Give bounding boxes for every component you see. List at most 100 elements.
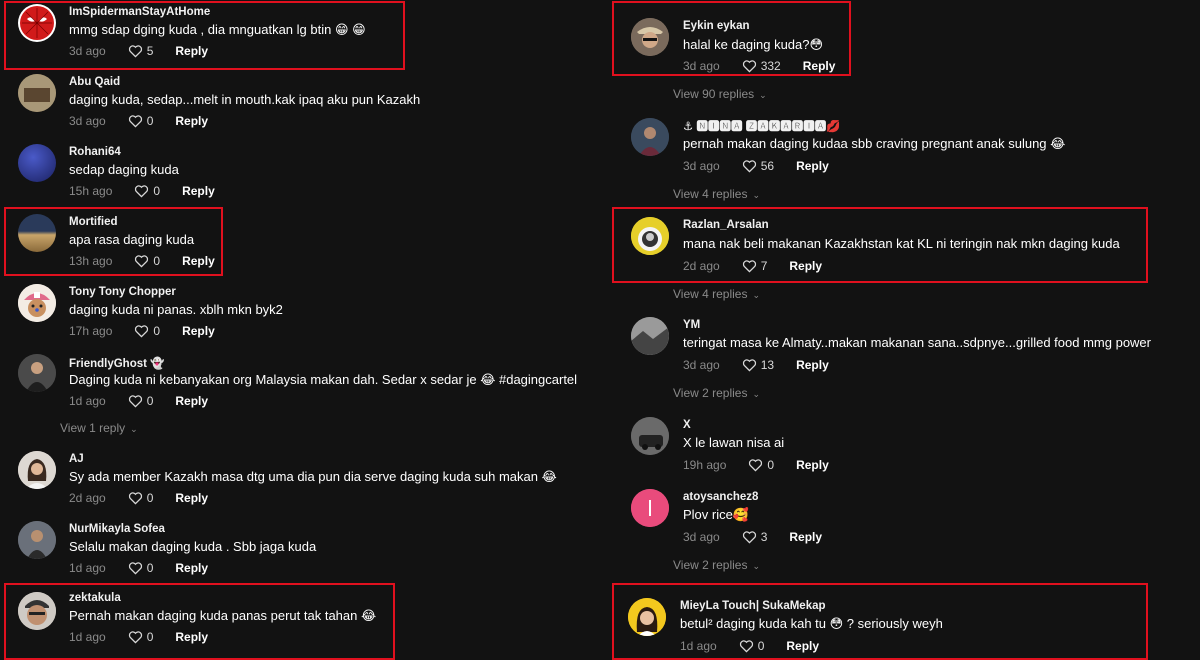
view-replies-label: View 2 replies — [673, 558, 748, 572]
chevron-down-icon: ⌄ — [752, 190, 761, 200]
username[interactable]: Mortified — [69, 216, 118, 228]
avatar[interactable] — [631, 489, 669, 527]
like-button[interactable]: 0 — [739, 639, 764, 653]
username[interactable]: X — [683, 419, 691, 431]
avatar[interactable] — [631, 317, 669, 355]
reply-button[interactable]: Reply — [175, 394, 208, 408]
like-button[interactable]: 0 — [748, 458, 774, 472]
username[interactable]: zektakula — [69, 592, 121, 604]
avatar[interactable] — [18, 74, 56, 112]
reply-button[interactable]: Reply — [175, 491, 208, 505]
like-button[interactable]: 3 — [742, 530, 767, 544]
avatar[interactable] — [18, 214, 56, 252]
reply-button[interactable]: Reply — [789, 259, 822, 273]
avatar[interactable] — [18, 284, 56, 322]
comment-text: teringat masa ke Almaty..makan makanan s… — [683, 335, 1151, 350]
username[interactable]: MieyLa Touch| SukaMekap — [680, 600, 826, 612]
comment-meta: 3d ago 5 Reply — [69, 44, 208, 58]
username[interactable]: Razlan_Arsalan — [683, 219, 769, 231]
reply-button[interactable]: Reply — [182, 324, 215, 338]
timestamp: 3d ago — [683, 358, 720, 372]
like-button[interactable]: 7 — [742, 259, 768, 273]
view-replies-link[interactable]: View 2 replies ⌄ — [673, 386, 760, 400]
reply-button[interactable]: Reply — [789, 530, 822, 544]
comment-meta: 1d ago 0 Reply — [69, 630, 208, 644]
avatar[interactable] — [628, 598, 666, 636]
comment-meta: 3d ago 0 Reply — [69, 114, 208, 128]
heart-outline-icon — [135, 185, 149, 198]
timestamp: 3d ago — [683, 530, 720, 544]
like-button[interactable]: 0 — [128, 114, 154, 128]
timestamp: 17h ago — [69, 324, 113, 338]
like-button[interactable]: 0 — [134, 254, 160, 268]
reply-button[interactable]: Reply — [182, 254, 215, 268]
username[interactable]: YM — [683, 319, 700, 331]
like-button[interactable]: 0 — [134, 324, 160, 338]
like-button[interactable]: 332 — [742, 59, 781, 73]
view-replies-label: View 90 replies — [673, 87, 755, 101]
like-count: 7 — [760, 259, 768, 273]
view-replies-link[interactable]: View 4 replies ⌄ — [673, 287, 760, 301]
reply-button[interactable]: Reply — [803, 59, 836, 73]
username[interactable]: AJ — [69, 453, 84, 465]
like-button[interactable]: 5 — [128, 44, 154, 58]
timestamp: 1d ago — [69, 394, 106, 408]
username[interactable]: Tony Tony Chopper — [69, 286, 176, 298]
username[interactable]: Rohani64 — [69, 146, 121, 158]
view-replies-link[interactable]: View 1 reply ⌄ — [60, 421, 138, 435]
like-button[interactable]: 0 — [128, 394, 154, 408]
heart-outline-icon — [128, 395, 142, 408]
avatar[interactable] — [18, 4, 56, 42]
heart-outline-icon — [128, 631, 142, 644]
avatar[interactable] — [631, 118, 669, 156]
avatar[interactable] — [18, 521, 56, 559]
reply-button[interactable]: Reply — [786, 639, 819, 653]
like-count: 0 — [146, 394, 154, 408]
comment-text: Selalu makan daging kuda . Sbb jaga kuda — [69, 539, 317, 554]
view-replies-link[interactable]: View 90 replies ⌄ — [673, 87, 767, 101]
username[interactable]: Eykin eykan — [683, 20, 749, 32]
like-button[interactable]: 0 — [128, 491, 153, 505]
view-replies-label: View 4 replies — [673, 187, 748, 201]
like-count: 5 — [146, 44, 154, 58]
username[interactable]: NurMikayla Sofea — [69, 523, 165, 535]
reply-button[interactable]: Reply — [796, 159, 829, 173]
username[interactable]: FriendlyGhost 👻 — [69, 356, 164, 370]
comment-meta: 3d ago 56 Reply — [683, 159, 829, 173]
avatar[interactable] — [18, 592, 56, 630]
avatar[interactable] — [631, 217, 669, 255]
view-replies-link[interactable]: View 4 replies ⌄ — [673, 187, 760, 201]
like-button[interactable]: 0 — [128, 561, 153, 575]
view-replies-link[interactable]: View 2 replies ⌄ — [673, 558, 760, 572]
like-button[interactable]: 56 — [742, 159, 774, 173]
like-button[interactable]: 0 — [134, 184, 160, 198]
username[interactable]: atoysanchez8 — [683, 491, 758, 503]
like-button[interactable]: 0 — [128, 630, 153, 644]
avatar[interactable] — [18, 354, 56, 392]
comment-text: Plov rice🥰 — [683, 507, 750, 522]
heart-outline-icon — [742, 160, 756, 173]
like-button[interactable]: 13 — [742, 358, 774, 372]
reply-button[interactable]: Reply — [175, 561, 208, 575]
comment-text: sedap daging kuda — [69, 162, 179, 177]
username[interactable]: ImSpidermanStayAtHome — [69, 6, 210, 18]
like-count: 0 — [153, 184, 161, 198]
like-count: 0 — [146, 114, 154, 128]
reply-button[interactable]: Reply — [182, 184, 215, 198]
avatar[interactable] — [18, 451, 56, 489]
timestamp: 1d ago — [680, 639, 717, 653]
username[interactable]: Abu Qaid — [69, 76, 120, 88]
timestamp: 15h ago — [69, 184, 113, 198]
reply-button[interactable]: Reply — [175, 114, 208, 128]
avatar[interactable] — [18, 144, 56, 182]
timestamp: 19h ago — [683, 458, 727, 472]
username[interactable]: ⚓ 🅽🅸🅽🅰 🆉🅰🅺🅰🆁🅸🅰💋 — [683, 118, 841, 134]
reply-button[interactable]: Reply — [175, 630, 208, 644]
avatar[interactable] — [631, 18, 669, 56]
reply-button[interactable]: Reply — [796, 458, 829, 472]
reply-button[interactable]: Reply — [175, 44, 208, 58]
heart-outline-icon — [742, 60, 756, 73]
heart-outline-icon — [135, 255, 149, 268]
avatar[interactable] — [631, 417, 669, 455]
reply-button[interactable]: Reply — [796, 358, 829, 372]
